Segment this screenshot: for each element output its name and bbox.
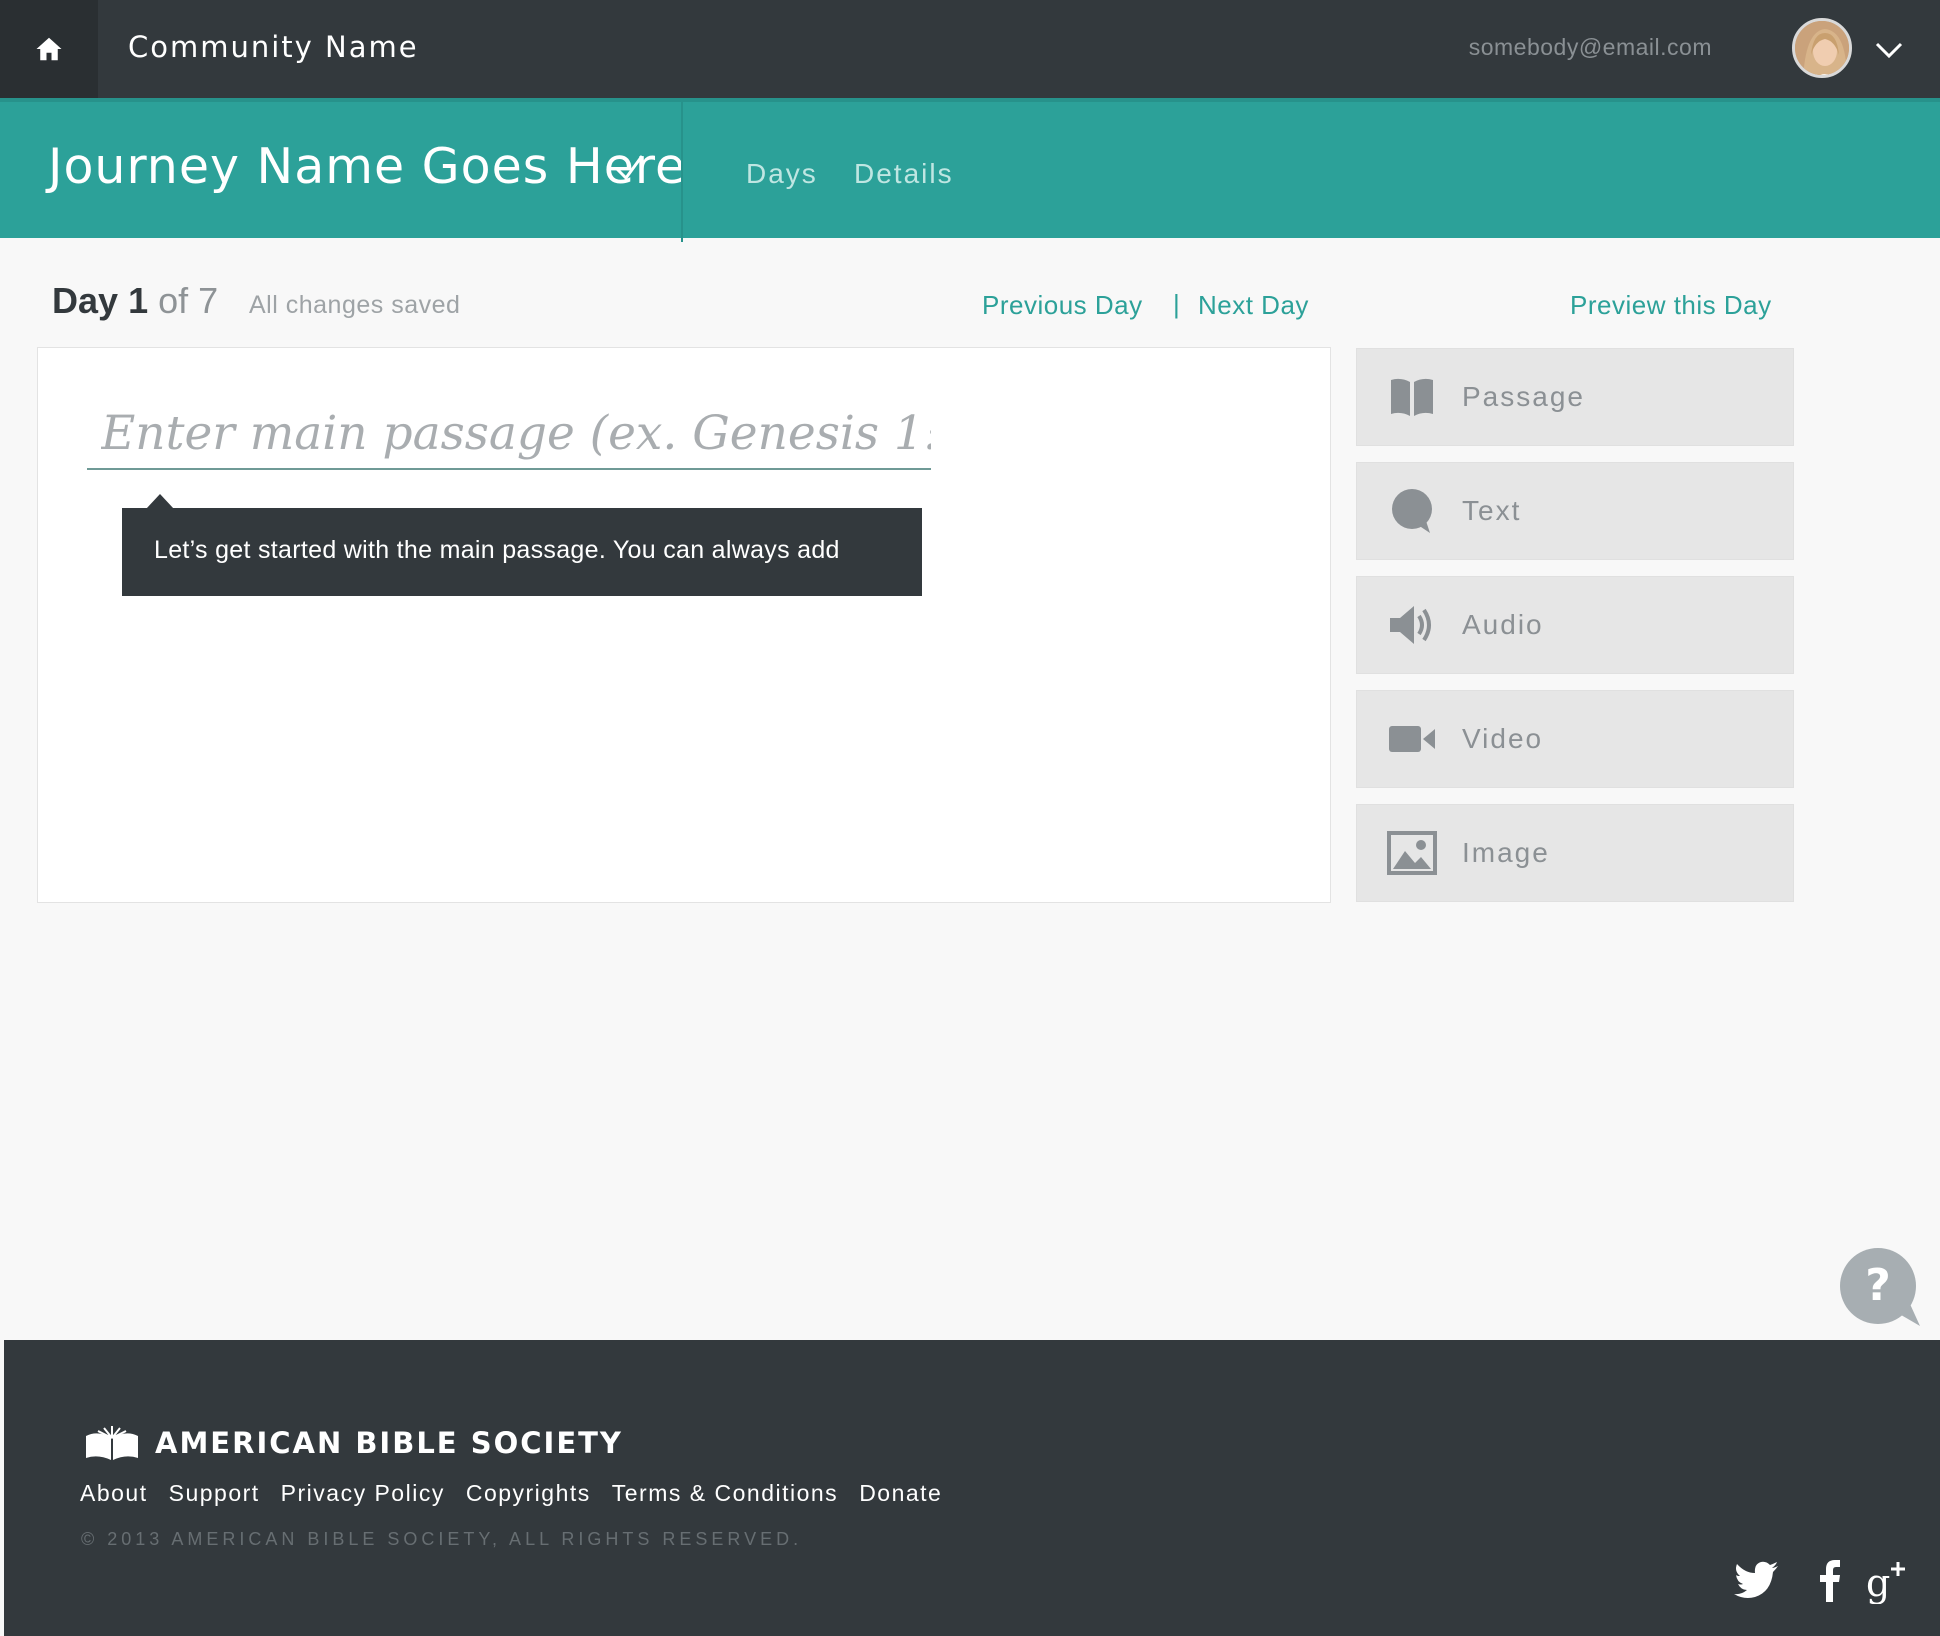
day-total: of 7 <box>158 280 219 321</box>
twitter-icon[interactable] <box>1732 1556 1780 1604</box>
facebook-icon[interactable] <box>1806 1556 1854 1604</box>
footer: AMERICAN BIBLE SOCIETY About Support Pri… <box>4 1340 1940 1636</box>
type-label-passage: Passage <box>1462 381 1585 412</box>
day-number: 1 <box>128 280 149 321</box>
journey-bar: Journey Name Goes Here Days Details <box>0 98 1940 242</box>
copyright: © 2013 AMERICAN BIBLE SOCIETY, ALL RIGHT… <box>81 1529 803 1549</box>
svg-text:g: g <box>1866 1561 1890 1604</box>
open-book-logo-icon <box>86 1426 138 1460</box>
book-icon <box>1387 372 1437 422</box>
add-video-button[interactable]: Video <box>1356 690 1794 788</box>
footer-link-about[interactable]: About <box>80 1480 148 1507</box>
type-label-video: Video <box>1462 723 1544 754</box>
type-label-image: Image <box>1462 837 1550 868</box>
tooltip-arrow <box>146 494 174 509</box>
footer-link-donate[interactable]: Donate <box>859 1480 942 1507</box>
edit-check-icon[interactable] <box>612 152 646 186</box>
tab-details[interactable]: Details <box>854 158 954 190</box>
add-audio-button[interactable]: Audio <box>1356 576 1794 674</box>
footer-link-terms[interactable]: Terms & Conditions <box>612 1480 838 1507</box>
add-text-button[interactable]: Text <box>1356 462 1794 560</box>
speech-bubble-icon <box>1387 486 1437 536</box>
brand-name: AMERICAN BIBLE SOCIETY <box>155 1426 623 1460</box>
previous-day-link[interactable]: Previous Day <box>982 290 1143 321</box>
user-email: somebody@email.com <box>1468 34 1712 60</box>
save-status: All changes saved <box>249 291 461 319</box>
footer-link-copyrights[interactable]: Copyrights <box>466 1480 591 1507</box>
avatar[interactable] <box>1792 18 1852 78</box>
passage-input[interactable] <box>87 398 931 470</box>
help-bubble-icon[interactable]: ? <box>1840 1248 1920 1328</box>
add-passage-button[interactable]: Passage <box>1356 348 1794 446</box>
home-button[interactable] <box>0 0 98 98</box>
home-icon <box>36 37 62 61</box>
svg-text:?: ? <box>1865 1260 1891 1311</box>
footer-links: About Support Privacy Policy Copyrights … <box>80 1480 963 1507</box>
preview-day-link[interactable]: Preview this Day <box>1570 290 1772 321</box>
add-image-button[interactable]: Image <box>1356 804 1794 902</box>
footer-link-support[interactable]: Support <box>169 1480 260 1507</box>
journey-title[interactable]: Journey Name Goes Here <box>48 138 686 195</box>
type-label-audio: Audio <box>1462 609 1544 640</box>
tab-days[interactable]: Days <box>746 158 818 190</box>
chevron-down-icon[interactable] <box>1873 34 1905 66</box>
type-label-text: Text <box>1462 495 1522 526</box>
editor-panel: Let’s get started with the main passage.… <box>37 347 1331 903</box>
day-indicator: Day 1 of 7 <box>52 280 218 322</box>
day-word: Day <box>52 280 119 321</box>
footer-link-privacy-policy[interactable]: Privacy Policy <box>281 1480 445 1507</box>
divider <box>681 102 683 242</box>
image-icon <box>1387 828 1437 878</box>
top-bar: Community Name somebody@email.com <box>0 0 1940 98</box>
google-plus-icon[interactable]: g <box>1864 1556 1912 1604</box>
next-day-link[interactable]: Next Day <box>1198 290 1309 321</box>
video-camera-icon <box>1387 714 1437 764</box>
speaker-icon <box>1387 600 1437 650</box>
nav-separator: | <box>1173 289 1180 319</box>
community-name[interactable]: Community Name <box>128 30 419 64</box>
onboarding-tooltip: Let’s get started with the main passage.… <box>122 508 922 596</box>
